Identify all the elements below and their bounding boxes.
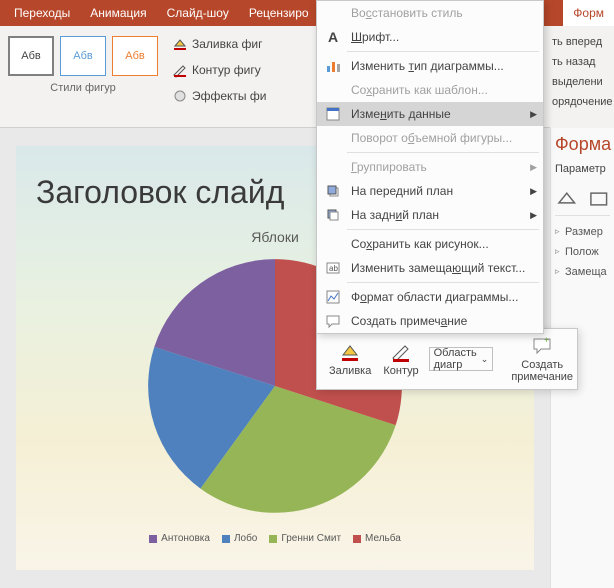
fill-icon	[172, 36, 188, 52]
pane-size[interactable]: Размер	[555, 222, 610, 242]
tab-animation[interactable]: Анимация	[80, 0, 156, 26]
size-tab-icon[interactable]	[587, 187, 611, 211]
comment-icon	[323, 311, 343, 331]
ctx-font[interactable]: A Шрифт...	[317, 25, 543, 49]
svg-text:+: +	[544, 335, 549, 345]
send-back-icon	[323, 205, 343, 225]
shape-effects-label: Эффекты фи	[192, 89, 266, 103]
mini-comment-label2: примечание	[511, 371, 573, 383]
bring-forward-partial[interactable]: ть вперед	[552, 32, 612, 52]
shape-outline-label: Контур фигу	[192, 63, 261, 77]
fill-tab-icon[interactable]	[555, 187, 579, 211]
legend-item-3: Мельба	[353, 533, 401, 544]
pane-position[interactable]: Полож	[555, 242, 610, 262]
ctx-format-chart-area[interactable]: Формат области диаграммы...	[317, 285, 543, 309]
tab-review[interactable]: Рецензиро	[239, 0, 319, 26]
submenu-arrow-icon: ▶	[530, 186, 537, 197]
chart-type-icon	[323, 56, 343, 76]
format-pane-subtitle: Параметр	[555, 163, 610, 175]
mini-outline-label: Контур	[383, 365, 418, 377]
ctx-send-back[interactable]: На задний план ▶	[317, 203, 543, 227]
mini-new-comment-button[interactable]: + Создать примечание	[505, 333, 579, 385]
shape-style-1[interactable]: Абв	[8, 36, 54, 76]
shape-style-3[interactable]: Абв	[112, 36, 158, 76]
submenu-arrow-icon: ▶	[530, 162, 537, 173]
chart-legend: Антоновка Лобо Гренни Смит Мельба	[16, 533, 534, 544]
align-partial[interactable]: орядочение	[552, 92, 612, 112]
ctx-3d-rotation[interactable]: Поворот объемной фигуры...	[317, 126, 543, 150]
ctx-bring-front[interactable]: На передний план ▶	[317, 179, 543, 203]
mini-fill-button[interactable]: Заливка	[323, 333, 377, 385]
shape-outline-button[interactable]: Контур фигу	[168, 58, 270, 82]
ctx-group[interactable]: Группировать ▶	[317, 155, 543, 179]
shape-fill-button[interactable]: Заливка фиг	[168, 32, 270, 56]
rotate3d-icon	[323, 128, 343, 148]
ctx-new-comment[interactable]: Создать примечание	[317, 309, 543, 333]
shape-styles-group: Абв Абв Абв Стили фигур	[0, 26, 166, 127]
restore-icon	[323, 3, 343, 23]
outline-icon	[390, 341, 412, 363]
save-picture-icon	[323, 234, 343, 254]
mini-dropdown-label: Область диагр	[434, 347, 477, 371]
comment-icon: +	[531, 335, 553, 357]
legend-item-0: Антоновка	[149, 533, 210, 544]
group-icon	[323, 157, 343, 177]
submenu-arrow-icon: ▶	[530, 109, 537, 120]
shape-styles-label: Стили фигур	[50, 82, 115, 94]
format-area-icon	[323, 287, 343, 307]
effects-icon	[172, 88, 188, 104]
mini-outline-button[interactable]: Контур	[377, 333, 424, 385]
tab-slideshow[interactable]: Слайд-шоу	[157, 0, 239, 26]
font-icon: A	[323, 27, 343, 47]
shape-format-column: Заливка фиг Контур фигу Эффекты фи	[166, 26, 272, 127]
shape-effects-button[interactable]: Эффекты фи	[168, 84, 270, 108]
ctx-change-chart-type[interactable]: Изменить тип диаграммы...	[317, 54, 543, 78]
legend-item-2: Гренни Смит	[269, 533, 341, 544]
save-template-icon	[323, 80, 343, 100]
format-pane-title: Форма	[555, 134, 610, 155]
pane-alttext[interactable]: Замеща	[555, 262, 610, 282]
mini-comment-label1: Создать	[521, 359, 563, 371]
send-backward-partial[interactable]: ть назад	[552, 52, 612, 72]
shape-style-2[interactable]: Абв	[60, 36, 106, 76]
arrange-group-partial: ть вперед ть назад выделени орядочение	[550, 26, 614, 128]
outline-icon	[172, 62, 188, 78]
selection-pane-partial[interactable]: выделени	[552, 72, 612, 92]
fill-icon	[339, 341, 361, 363]
tab-transitions[interactable]: Переходы	[4, 0, 80, 26]
svg-text:ab: ab	[329, 264, 338, 273]
tab-format[interactable]: Форм	[563, 0, 614, 26]
alt-text-icon: ab	[323, 258, 343, 278]
ctx-alt-text[interactable]: ab Изменить замещающий текст...	[317, 256, 543, 280]
edit-data-icon	[323, 104, 343, 124]
submenu-arrow-icon: ▶	[530, 210, 537, 221]
bring-front-icon	[323, 181, 343, 201]
chevron-down-icon: ⌄	[481, 354, 489, 365]
ctx-save-as-picture[interactable]: Сохранить как рисунок...	[317, 232, 543, 256]
ctx-restore-style[interactable]: Восстановить стиль	[317, 1, 543, 25]
legend-item-1: Лобо	[222, 533, 257, 544]
context-menu: Восстановить стиль A Шрифт... Изменить т…	[316, 0, 544, 334]
mini-chart-element-dropdown[interactable]: Область диагр ⌄	[429, 347, 494, 371]
shape-fill-label: Заливка фиг	[192, 37, 262, 51]
ctx-save-template[interactable]: Сохранить как шаблон...	[317, 78, 543, 102]
mini-fill-label: Заливка	[329, 365, 371, 377]
mini-toolbar: Заливка Контур Область диагр ⌄ + Создать…	[316, 328, 578, 390]
ctx-edit-data[interactable]: Изменить данные ▶	[317, 102, 543, 126]
